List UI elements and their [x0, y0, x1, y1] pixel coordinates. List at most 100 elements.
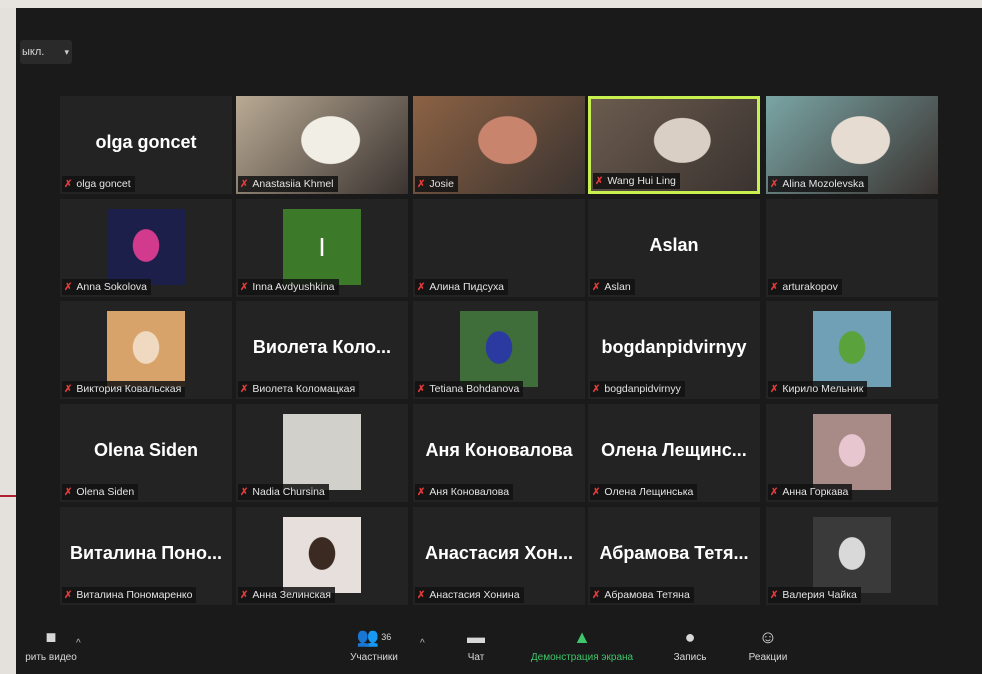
participant-name-label: ✗ Абрамова Тетяна	[590, 587, 694, 603]
participant-display-name: Аня Коновалова	[425, 440, 573, 460]
participant-name-text: bogdanpidvirnyy	[604, 383, 681, 395]
mic-muted-icon: ✗	[417, 487, 426, 498]
participant-name-label: ✗ Виталина Пономаренко	[62, 587, 197, 603]
chat-button[interactable]: ▬ Чат	[456, 626, 496, 663]
participant-tile[interactable]: ✗ Анна Горкава	[766, 404, 938, 502]
participant-display-name: Абрамова Тетя...	[599, 543, 749, 563]
participant-name-text: arturakopov	[782, 281, 838, 293]
participant-tile[interactable]: bogdanpidvirnyy ✗ bogdanpidvirnyy	[588, 301, 760, 399]
participant-display-name: Olena Siden	[93, 440, 199, 460]
participant-avatar	[813, 311, 891, 387]
participant-display-name: Виталина Поно...	[69, 543, 223, 563]
participant-tile[interactable]: ✗ Josie	[413, 96, 585, 194]
participant-name-label: ✗ Валерия Чайка	[768, 587, 861, 603]
reactions-button[interactable]: ☺ Реакции	[738, 626, 798, 663]
participant-tile[interactable]: Aslan ✗ Aslan	[588, 199, 760, 297]
mic-muted-icon: ✗	[770, 179, 779, 190]
participant-tile[interactable]: olga goncet ✗ olga goncet	[60, 96, 232, 194]
participants-button[interactable]: 👥 36 Участники	[336, 626, 412, 663]
participant-name-label: ✗ Aslan	[590, 279, 635, 295]
mic-muted-icon: ✗	[592, 590, 601, 601]
reactions-icon: ☺	[758, 627, 778, 647]
participant-avatar	[283, 414, 361, 490]
video-label: рить видео	[25, 652, 77, 663]
participant-display-name: Виолета Коло...	[252, 337, 392, 357]
participant-avatar: I	[283, 209, 361, 285]
record-button[interactable]: ● Запись	[662, 626, 718, 663]
mic-muted-icon: ✗	[240, 384, 249, 395]
participant-tile[interactable]: ✗ Anna Sokolova	[60, 199, 232, 297]
participant-name-label: ✗ Кирило Мельник	[768, 381, 868, 397]
mic-muted-icon: ✗	[417, 590, 426, 601]
participant-name-text: Wang Hui Ling	[607, 175, 676, 187]
mic-muted-icon: ✗	[64, 590, 73, 601]
participant-tile[interactable]: ✗ Wang Hui Ling	[588, 96, 760, 194]
participant-tile[interactable]: ✗ Alina Mozolevska	[766, 96, 938, 194]
share-screen-label: Демонстрация экрана	[530, 652, 634, 663]
participant-display-name: Aslan	[649, 235, 699, 255]
participant-display-name: olga goncet	[95, 132, 197, 152]
participant-tile[interactable]: ✗ Анна Зелинская	[236, 507, 408, 605]
meeting-toolbar: ■ рить видео ^ 👥 36 Участники ^ ▬ Чат ▲ Д…	[16, 616, 982, 674]
video-options-caret-icon[interactable]: ^	[76, 638, 81, 649]
participant-name-text: Аня Коновалова	[429, 486, 510, 498]
mic-muted-icon: ✗	[240, 179, 249, 190]
participant-tile[interactable]: ✗ arturakopov	[766, 199, 938, 297]
record-icon: ●	[684, 627, 696, 647]
participant-name-text: Анна Горкава	[782, 486, 849, 498]
mic-muted-icon: ✗	[770, 384, 779, 395]
chat-label: Чат	[467, 652, 485, 663]
participant-name-text: Абрамова Тетяна	[604, 589, 690, 601]
mic-muted-icon: ✗	[592, 384, 601, 395]
participant-tile[interactable]: Виолета Коло... ✗ Виолета Коломацкая	[236, 301, 408, 399]
participants-caret-icon[interactable]: ^	[420, 638, 425, 649]
participant-name-text: Tetiana Bohdanova	[429, 383, 520, 395]
participant-tile[interactable]: Анастасия Хон... ✗ Анастасия Хонина	[413, 507, 585, 605]
mic-muted-icon: ✗	[417, 282, 426, 293]
participant-name-text: Alina Mozolevska	[782, 178, 865, 190]
participant-name-label: ✗ Анна Горкава	[768, 484, 853, 500]
participant-tile[interactable]: Олена Лещинс... ✗ Олена Лещинська	[588, 404, 760, 502]
participant-tile[interactable]: Аня Коновалова ✗ Аня Коновалова	[413, 404, 585, 502]
participant-tile[interactable]: Абрамова Тетя... ✗ Абрамова Тетяна	[588, 507, 760, 605]
participants-count: 36	[381, 632, 392, 642]
participant-tile[interactable]: ✗ Алина Пидсуха	[413, 199, 585, 297]
participant-name-label: ✗ Анна Зелинская	[238, 587, 335, 603]
participant-name-label: ✗ arturakopov	[768, 279, 842, 295]
mic-muted-icon: ✗	[417, 179, 426, 190]
zoom-window: ыкл. ▾ olga goncet ✗ olga goncet ✗ Anastasii…	[16, 8, 982, 674]
participant-name-text: olga goncet	[76, 178, 131, 190]
participant-tile[interactable]: ✗ Anastasiia Khmel	[236, 96, 408, 194]
participant-tile[interactable]: ✗ Кирило Мельник	[766, 301, 938, 399]
participant-name-text: Josie	[429, 178, 454, 190]
view-options-button[interactable]: ыкл. ▾	[20, 40, 72, 64]
participant-name-label: ✗ Виолета Коломацкая	[238, 381, 360, 397]
share-screen-button[interactable]: ▲ Демонстрация экрана	[516, 626, 648, 663]
chevron-down-icon: ▾	[64, 47, 69, 57]
participant-tile[interactable]: ✗ Nadia Chursina	[236, 404, 408, 502]
participant-name-text: Anastasiia Khmel	[252, 178, 334, 190]
mic-muted-icon: ✗	[64, 282, 73, 293]
chat-icon: ▬	[467, 627, 485, 647]
mic-muted-icon: ✗	[592, 487, 601, 498]
mic-muted-icon: ✗	[417, 384, 426, 395]
participant-tile[interactable]: Виталина Поно... ✗ Виталина Пономаренко	[60, 507, 232, 605]
participant-tile[interactable]: I ✗ Inna Avdyushkina	[236, 199, 408, 297]
participant-tile[interactable]: ✗ Tetiana Bohdanova	[413, 301, 585, 399]
mic-muted-icon: ✗	[240, 590, 249, 601]
participant-avatar	[813, 517, 891, 593]
participant-tile[interactable]: ✗ Виктория Ковальская	[60, 301, 232, 399]
reactions-label: Реакции	[748, 652, 788, 663]
participant-tile[interactable]: ✗ Валерия Чайка	[766, 507, 938, 605]
participant-name-label: ✗ Олена Лещинська	[590, 484, 698, 500]
participant-name-text: Aslan	[604, 281, 631, 293]
participant-name-text: Nadia Chursina	[252, 486, 325, 498]
participant-display-name: Олена Лещинс...	[601, 440, 747, 460]
participant-name-label: ✗ Анастасия Хонина	[415, 587, 524, 603]
participant-name-label: ✗ bogdanpidvirnyy	[590, 381, 685, 397]
participant-name-text: Виктория Ковальская	[76, 383, 182, 395]
participant-name-text: Кирило Мельник	[782, 383, 864, 395]
slide-top-band	[0, 0, 982, 8]
participant-tile[interactable]: Olena Siden ✗ Olena Siden	[60, 404, 232, 502]
participant-avatar	[460, 311, 538, 387]
